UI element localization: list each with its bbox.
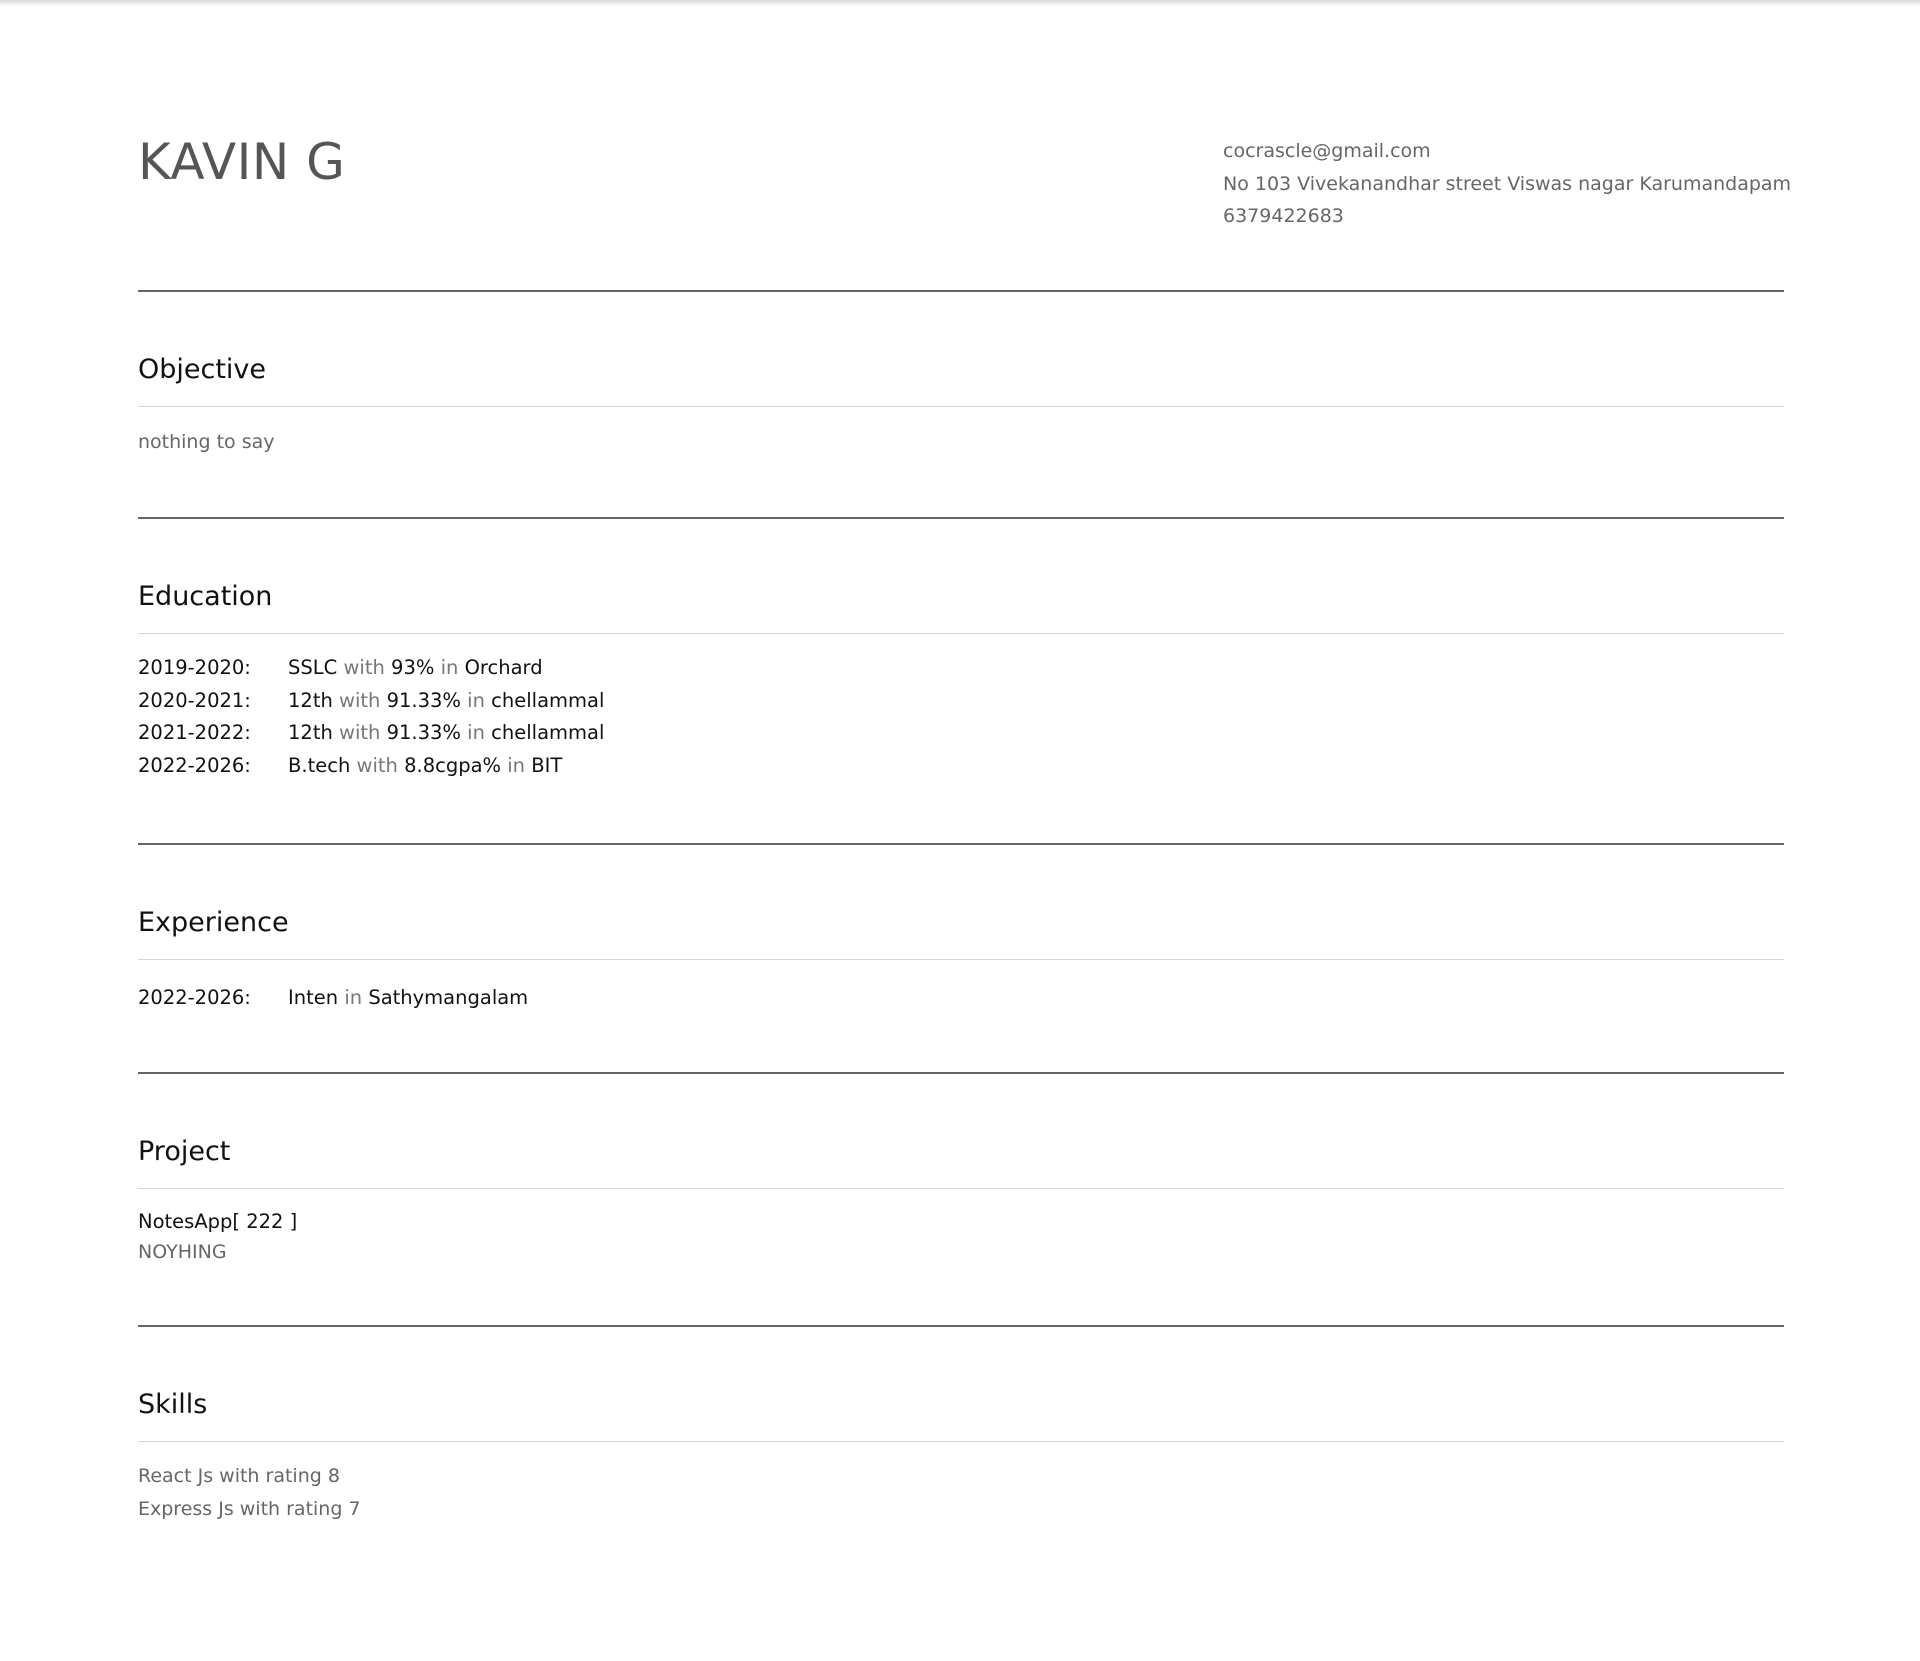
contact-info: cocrascle@gmail.com No 103 Vivekanandhar… (1223, 135, 1791, 233)
section-underline (138, 406, 1784, 407)
experience-section: Experience 2022-2026: Inten in Sathymang… (138, 845, 1784, 1072)
section-title-experience: Experience (138, 907, 289, 938)
education-score: 93% (391, 656, 435, 679)
section-title-objective: Objective (138, 354, 267, 385)
education-list: 2019-2020: SSLC with 93% in Orchard 2020… (138, 652, 1784, 782)
skills-section: Skills React Js with rating 8 Express Js… (138, 1327, 1784, 1557)
contact-email: cocrascle@gmail.com (1223, 140, 1431, 162)
education-degree: 12th (288, 721, 333, 744)
project-item: NotesApp[ 222 ] NOYHING (138, 1207, 1784, 1267)
connector-in: in (507, 753, 526, 777)
project-name: NotesApp[ 222 ] (138, 1210, 298, 1233)
education-section: Education 2019-2020: SSLC with 93% in Or… (138, 519, 1784, 843)
education-years: 2019-2020: (138, 656, 251, 679)
experience-role: Inten (288, 986, 339, 1009)
education-degree: 12th (288, 688, 333, 712)
connector-with: with (343, 656, 385, 679)
objective-text: nothing to say (138, 431, 275, 453)
section-title-project: Project (138, 1136, 231, 1167)
education-years: 2022-2026: (138, 753, 251, 777)
connector-with: with (339, 688, 381, 712)
connector-with: with (356, 753, 398, 777)
section-underline (138, 1188, 1784, 1189)
resume-page: KAVIN G cocrascle@gmail.com No 103 Vivek… (138, 0, 1791, 1557)
connector-in: in (467, 688, 485, 712)
education-degree: B.tech (288, 753, 351, 777)
objective-section: Objective nothing to say (138, 292, 1784, 517)
contact-phone: 6379422683 (1223, 205, 1344, 227)
connector-in: in (440, 656, 459, 679)
education-institution: BIT (531, 753, 563, 777)
education-score: 8.8cgpa% (404, 753, 502, 777)
contact-address: No 103 Vivekanandhar street Viswas nagar… (1223, 172, 1792, 195)
education-detail: B.tech with 8.8cgpa% in BIT (288, 750, 562, 783)
education-detail: 12th with 91.33% in chellammal (288, 717, 604, 750)
section-title-education: Education (138, 581, 273, 612)
section-title-skills: Skills (138, 1389, 208, 1420)
education-years: 2021-2022: (138, 721, 251, 744)
education-years: 2020-2021: (138, 688, 251, 712)
candidate-name: KAVIN G (138, 133, 346, 191)
resume-header: KAVIN G cocrascle@gmail.com No 103 Vivek… (138, 0, 1791, 290)
experience-years: 2022-2026: (138, 986, 251, 1009)
section-underline (138, 1441, 1784, 1442)
education-institution: Orchard (464, 656, 543, 679)
experience-detail: Inten in Sathymangalam (288, 982, 528, 1015)
skill-item: React Js with rating 8 (138, 1465, 340, 1487)
connector-with: with (339, 721, 381, 744)
education-degree: SSLC (288, 656, 338, 679)
education-row: 2020-2021: 12th with 91.33% in chellamma… (138, 685, 1784, 718)
skills-list: React Js with rating 8 Express Js with r… (138, 1460, 1784, 1526)
experience-list: 2022-2026: Inten in Sathymangalam (138, 982, 1784, 1015)
connector-in: in (344, 986, 363, 1009)
skill-item: Express Js with rating 7 (138, 1498, 361, 1520)
education-detail: SSLC with 93% in Orchard (288, 652, 543, 685)
section-underline (138, 633, 1784, 634)
section-underline (138, 959, 1784, 960)
education-institution: chellammal (491, 688, 605, 712)
education-institution: chellammal (491, 721, 605, 744)
education-row: 2019-2020: SSLC with 93% in Orchard (138, 652, 1784, 685)
project-description: NOYHING (138, 1241, 227, 1263)
project-section: Project NotesApp[ 222 ] NOYHING (138, 1074, 1784, 1325)
education-row: 2022-2026: B.tech with 8.8cgpa% in BIT (138, 750, 1784, 783)
education-detail: 12th with 91.33% in chellammal (288, 685, 604, 718)
education-row: 2021-2022: 12th with 91.33% in chellamma… (138, 717, 1784, 750)
education-score: 91.33% (386, 688, 461, 712)
education-score: 91.33% (386, 721, 461, 744)
experience-row: 2022-2026: Inten in Sathymangalam (138, 982, 1784, 1015)
experience-place: Sathymangalam (368, 986, 529, 1009)
connector-in: in (467, 721, 485, 744)
